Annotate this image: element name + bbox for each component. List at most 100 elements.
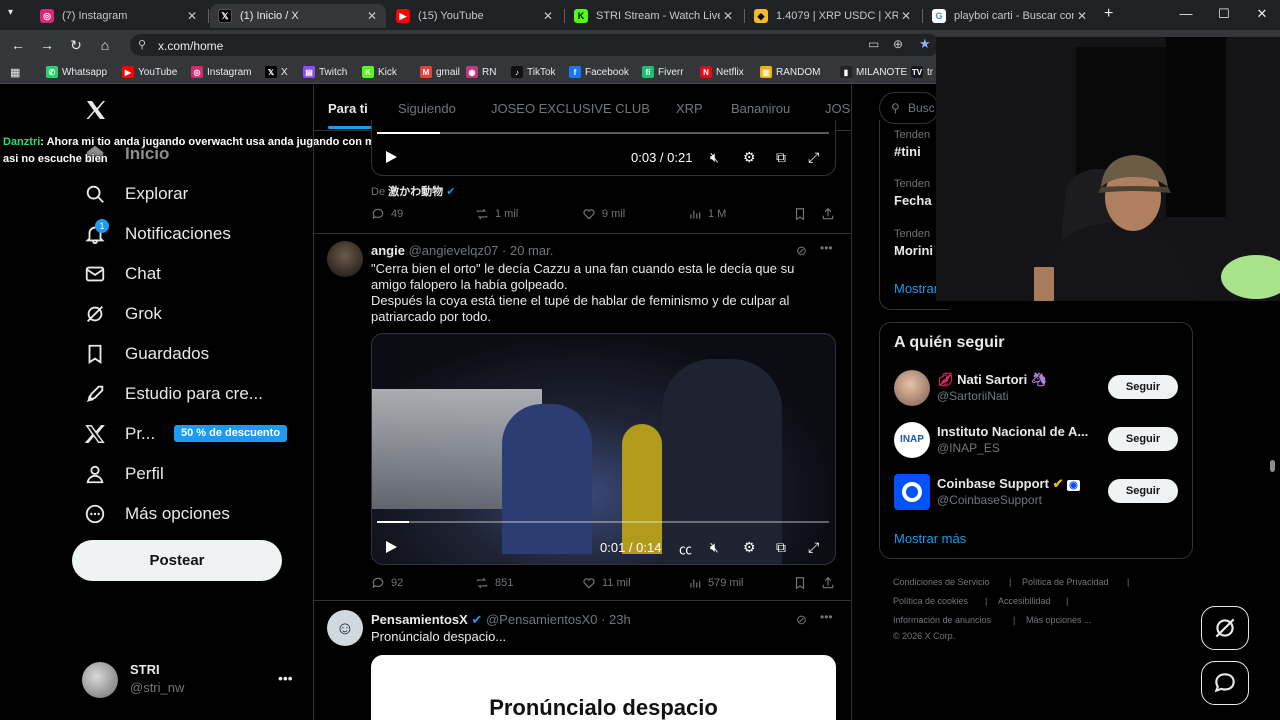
close-window-icon[interactable]: ✕ <box>1252 6 1272 22</box>
bookmark-random[interactable]: ▥ RANDOM <box>760 66 820 78</box>
post1-views[interactable]: 1 M <box>688 207 726 221</box>
nav-notifications[interactable]: 1 Notificaciones <box>84 219 231 245</box>
bookmark-rn[interactable]: ◉ RN <box>466 66 496 78</box>
footer-cookies-link[interactable]: Política de cookies <box>893 596 968 606</box>
follow-button[interactable]: Seguir <box>1108 479 1178 503</box>
post-button[interactable]: Postear <box>72 540 282 581</box>
pip-icon[interactable]: ⧉ <box>776 539 786 556</box>
close-tab-icon[interactable]: ✕ <box>540 9 556 23</box>
tab-instagram[interactable]: ◎ (7) Instagram ✕ <box>32 4 206 28</box>
follow-button[interactable]: Seguir <box>1108 427 1178 451</box>
follow-name[interactable]: Coinbase Support ✔ ◉ <box>937 476 1080 492</box>
settings-icon[interactable]: ⚙ <box>743 149 756 166</box>
tab-following[interactable]: Siguiendo <box>398 101 456 116</box>
follow-handle[interactable]: @INAP_ES <box>937 441 1000 455</box>
bookmark-gmail[interactable]: Mgmail <box>420 66 460 78</box>
messages-fab-button[interactable] <box>1201 661 1249 705</box>
bookmark-fiverr[interactable]: fi Fiverr <box>642 66 684 78</box>
trend-name[interactable]: Morini <box>894 243 933 258</box>
fullscreen-icon[interactable]: ⤢ <box>808 539 819 556</box>
address-bar[interactable] <box>130 34 940 56</box>
close-tab-icon[interactable]: ✕ <box>184 9 200 23</box>
bookmark-milanote[interactable]: ▮ MILANOTE <box>840 66 907 78</box>
footer-privacy-link[interactable]: Política de Privacidad <box>1022 577 1109 587</box>
nav-premium[interactable]: Pr... <box>84 423 155 445</box>
bookmark-twitch[interactable]: ▤ Twitch <box>303 66 347 78</box>
volume-icon[interactable]: 🔇︎ <box>710 149 719 166</box>
post2-date[interactable]: · 20 mar. <box>502 243 553 258</box>
zoom-icon[interactable]: ⊕ <box>893 37 903 51</box>
post2-reply[interactable]: 92 <box>371 576 403 590</box>
post2-repost[interactable]: 851 <box>475 576 513 590</box>
tab-list-joseo[interactable]: JOSEO EXCLUSIVE CLUB <box>491 101 650 116</box>
nav-more-options[interactable]: Más opciones <box>84 503 230 525</box>
nav-profile[interactable]: Perfil <box>84 463 164 485</box>
play-icon[interactable] <box>384 150 398 164</box>
bookmark-youtube[interactable]: ▶ YouTube <box>122 66 177 78</box>
bookmark-tiktok[interactable]: ♪ TikTok <box>511 66 556 78</box>
follow-name[interactable]: 💋︎ Nati Sartori 🦄︎ <box>937 372 1047 388</box>
nav-creator-studio[interactable]: Estudio para cre... <box>84 383 263 405</box>
post1-progress-track[interactable] <box>377 132 829 134</box>
nav-chat[interactable]: Chat <box>84 263 161 285</box>
minimize-icon[interactable]: — <box>1176 6 1196 21</box>
post2-author-name[interactable]: angie <box>371 243 405 258</box>
follow-handle[interactable]: @CoinbaseSupport <box>937 493 1042 507</box>
post2-like[interactable]: 11 mil <box>582 576 631 590</box>
bookmark-facebook[interactable]: f Facebook <box>569 66 629 78</box>
x-logo-icon[interactable] <box>84 98 108 122</box>
grok-fab-button[interactable] <box>1201 606 1249 650</box>
trend-name[interactable]: #tini <box>894 144 921 159</box>
bookmark-tr[interactable]: TV tr <box>911 66 933 78</box>
grok-icon[interactable]: ⊘ <box>796 612 807 628</box>
reload-icon[interactable]: ↻ <box>68 37 84 53</box>
post1-share[interactable] <box>821 207 841 221</box>
premium-discount-badge[interactable]: 50 % de descuento <box>174 425 288 442</box>
follow-name[interactable]: Instituto Nacional de A... <box>937 424 1088 439</box>
tab-list-jos[interactable]: JOS <box>825 101 850 116</box>
bookmark-whatsapp[interactable]: ✆ Whatsapp <box>46 66 107 78</box>
back-icon[interactable]: ← <box>10 37 26 53</box>
post2-author-handle[interactable]: @angievelqz07 <box>409 243 499 258</box>
bookmark-x[interactable]: 𝕏X <box>265 66 288 78</box>
scrollbar-thumb[interactable] <box>1270 460 1275 472</box>
volume-icon[interactable]: 🔇︎ <box>710 539 719 556</box>
close-tab-icon[interactable]: ✕ <box>898 9 914 23</box>
from-account[interactable]: 激かわ動物 <box>388 186 443 198</box>
play-icon[interactable] <box>384 540 398 554</box>
tab-binance[interactable]: ◆ 1.4079 | XRP USDC | XRP to ✕ <box>746 4 920 28</box>
home-icon[interactable]: ⌂ <box>97 37 113 53</box>
post1-repost[interactable]: 1 mil <box>475 207 518 221</box>
bookmark-netflix[interactable]: N Netflix <box>700 66 744 78</box>
inap-logo-icon[interactable]: INAP <box>894 422 930 458</box>
post2-views[interactable]: 579 mil <box>688 576 743 590</box>
post3-author-name[interactable]: PensamientosX <box>371 612 468 627</box>
fullscreen-icon[interactable]: ⤢ <box>808 149 819 166</box>
bookmark-kick[interactable]: K Kick <box>362 66 397 78</box>
post1-reply[interactable]: 49 <box>371 207 403 221</box>
post1-video[interactable] <box>371 120 836 176</box>
post1-like[interactable]: 9 mil <box>582 207 625 221</box>
cast-icon[interactable]: ▭ <box>868 37 879 51</box>
post3-author-handle[interactable]: @PensamientosX0 <box>486 612 597 627</box>
account-more-icon[interactable]: ••• <box>278 670 293 686</box>
trend-name[interactable]: Fecha <box>894 193 932 208</box>
nav-explore[interactable]: Explorar <box>84 183 188 205</box>
tab-google[interactable]: G playboi carti - Buscar con G ✕ <box>924 4 1096 28</box>
post-more-icon[interactable]: ••• <box>820 241 833 255</box>
tab-search-icon[interactable]: ▾ <box>8 7 13 18</box>
footer-more-link[interactable]: Más opciones ... <box>1026 615 1092 625</box>
footer-accessibility-link[interactable]: Accesibilidad <box>998 596 1051 606</box>
follow-handle[interactable]: @SartoriiNati <box>937 389 1009 403</box>
grok-icon[interactable]: ⊘ <box>796 243 807 259</box>
settings-icon[interactable]: ⚙ <box>743 539 756 556</box>
forward-icon[interactable]: → <box>39 37 55 53</box>
post2-share[interactable] <box>821 576 841 590</box>
coinbase-logo-icon[interactable] <box>894 474 930 510</box>
post2-video[interactable] <box>371 333 836 565</box>
footer-terms-link[interactable]: Condiciones de Servicio <box>893 577 990 587</box>
close-tab-icon[interactable]: ✕ <box>364 9 380 23</box>
post1-bookmark[interactable] <box>793 207 813 221</box>
captions-icon[interactable]: ㏄ <box>679 539 692 558</box>
footer-ads-link[interactable]: Información de anuncios <box>893 615 991 625</box>
